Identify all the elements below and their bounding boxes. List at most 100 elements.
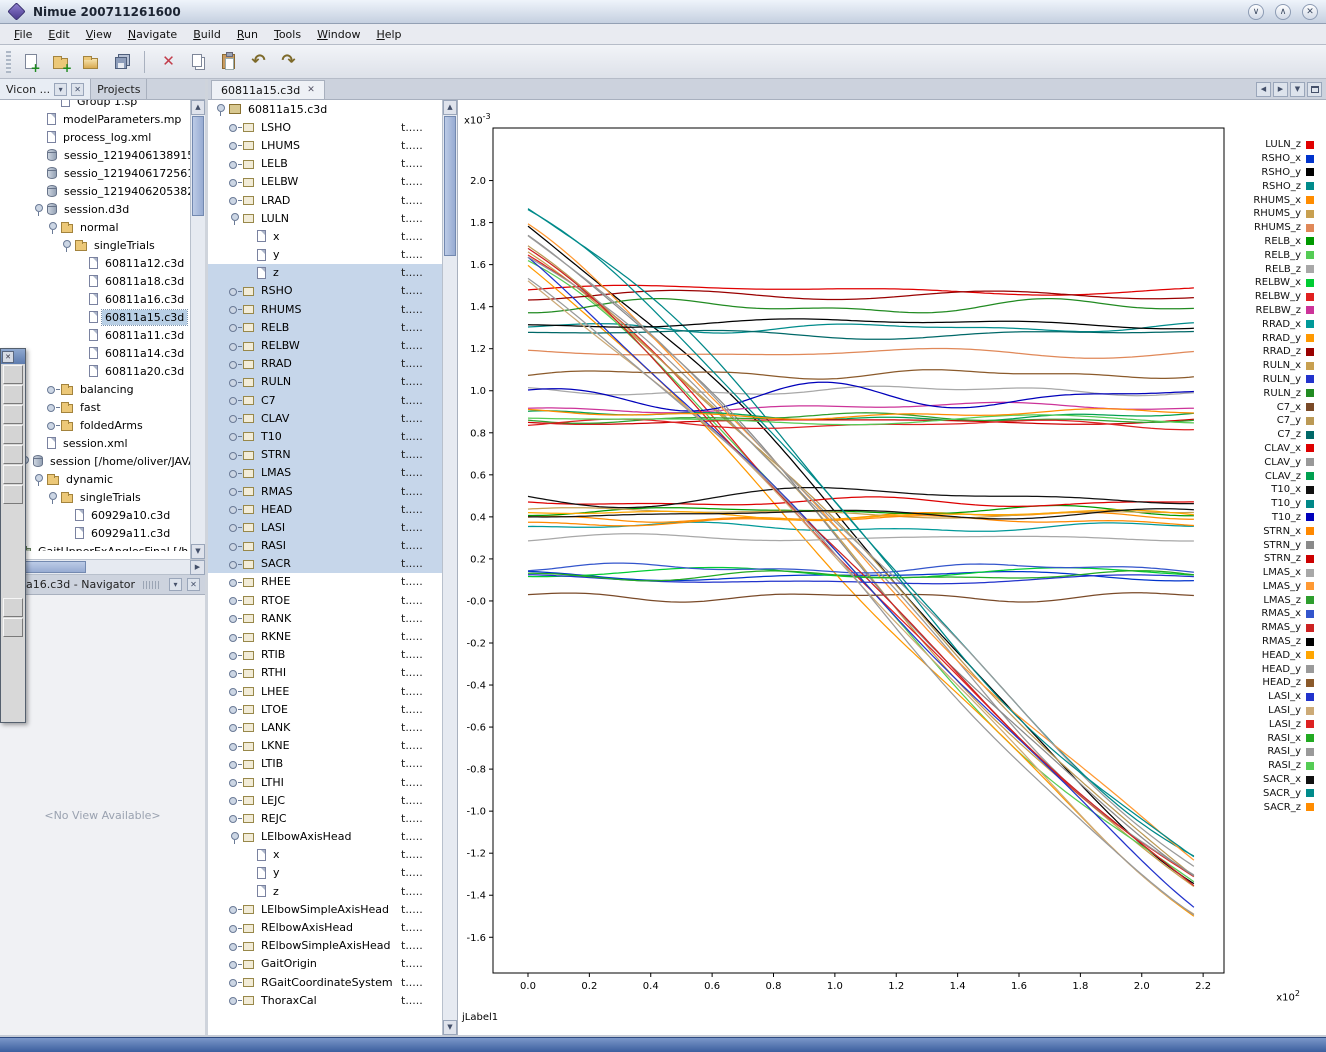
expand-toggle-icon[interactable]	[228, 940, 242, 952]
expand-toggle-icon[interactable]	[228, 649, 242, 661]
undo-button[interactable]: ↶	[245, 48, 272, 75]
tree-row[interactable]: fast	[0, 398, 190, 416]
channel-row[interactable]: RSHOt.....	[208, 282, 442, 300]
channel-row[interactable]: zt.....	[208, 882, 442, 900]
channel-row[interactable]: STRNt.....	[208, 446, 442, 464]
new-file-button[interactable]	[17, 48, 44, 75]
floating-palette[interactable]: ✕	[0, 348, 26, 723]
tree-row[interactable]: sessio_1219406138915	[0, 146, 190, 164]
expand-toggle-icon[interactable]	[228, 412, 242, 424]
channel-row[interactable]: LKNEt.....	[208, 737, 442, 755]
channel-row[interactable]: RRADt.....	[208, 355, 442, 373]
tree-row[interactable]: singleTrials	[0, 488, 190, 506]
editor-tab[interactable]: 60811a15.c3d ✕	[211, 80, 325, 99]
channel-row[interactable]: T10t.....	[208, 427, 442, 445]
tree-row[interactable]: balancing	[0, 380, 190, 398]
explorer-horizontal-scrollbar[interactable]: ◀ ▶	[0, 560, 205, 575]
expand-toggle-icon[interactable]	[228, 285, 242, 297]
expand-toggle-icon[interactable]	[228, 521, 242, 533]
menu-view[interactable]: View	[78, 26, 120, 43]
scrollbar-track[interactable]	[443, 115, 457, 1020]
channel-row[interactable]: LTHIt.....	[208, 773, 442, 791]
explorer-vertical-scrollbar[interactable]: ▲ ▼	[190, 100, 205, 559]
tree-row[interactable]: 60811a14.c3d	[0, 344, 190, 362]
channel-row[interactable]: RMASt.....	[208, 482, 442, 500]
close-tab-icon[interactable]: ✕	[307, 85, 315, 95]
channel-row[interactable]: CLAVt.....	[208, 409, 442, 427]
maximize-editor-button[interactable]	[1307, 82, 1322, 97]
channel-row[interactable]: LULNt.....	[208, 209, 442, 227]
palette-button[interactable]	[3, 618, 23, 637]
tab-list-button[interactable]: ▼	[1290, 82, 1305, 97]
channel-row[interactable]: LRADt.....	[208, 191, 442, 209]
channel-row[interactable]: yt.....	[208, 864, 442, 882]
close-navigator-icon[interactable]: ✕	[187, 578, 200, 591]
tree-row[interactable]: sessio_1219406205382	[0, 182, 190, 200]
channel-row[interactable]: SACRt.....	[208, 555, 442, 573]
channel-row[interactable]: RHEEt.....	[208, 573, 442, 591]
channel-row[interactable]: LElbowSimpleAxisHeadt.....	[208, 900, 442, 918]
tree-row[interactable]: foldedArms	[0, 416, 190, 434]
expand-toggle-icon[interactable]	[228, 485, 242, 497]
expand-toggle-icon[interactable]	[228, 776, 242, 788]
expand-toggle-icon[interactable]	[228, 340, 242, 352]
save-all-button[interactable]	[107, 48, 134, 75]
dock-icon[interactable]: ▾	[169, 578, 182, 591]
expand-toggle-icon[interactable]	[228, 721, 242, 733]
expand-toggle-icon[interactable]	[228, 503, 242, 515]
expand-toggle-icon[interactable]	[228, 449, 242, 461]
copy-button[interactable]	[185, 48, 212, 75]
scroll-down-button[interactable]: ▼	[443, 1020, 457, 1035]
expand-toggle-icon[interactable]	[228, 558, 242, 570]
close-button[interactable]: ✕	[1302, 4, 1318, 20]
scroll-tabs-left-button[interactable]: ◀	[1256, 82, 1271, 97]
expand-toggle-icon[interactable]	[228, 540, 242, 552]
channel-row[interactable]: zt.....	[208, 264, 442, 282]
expand-toggle-icon[interactable]	[228, 194, 242, 206]
channel-row[interactable]: RGaitCoordinateSystemt.....	[208, 973, 442, 991]
collapse-toggle-icon[interactable]	[32, 203, 46, 215]
tree-row[interactable]: Group 1.sp	[0, 100, 190, 110]
channel-row[interactable]: RElbowAxisHeadt.....	[208, 918, 442, 936]
expand-toggle-icon[interactable]	[228, 612, 242, 624]
expand-toggle-icon[interactable]	[228, 467, 242, 479]
channel-row[interactable]: xt.....	[208, 227, 442, 245]
channel-row[interactable]: LMASt.....	[208, 464, 442, 482]
channel-row[interactable]: LElbowAxisHeadt.....	[208, 828, 442, 846]
channel-row[interactable]: LASIt.....	[208, 518, 442, 536]
palette-button[interactable]	[3, 365, 23, 384]
tree-row[interactable]: singleTrials	[0, 236, 190, 254]
expand-toggle-icon[interactable]	[228, 303, 242, 315]
channel-row[interactable]: LHEEt.....	[208, 682, 442, 700]
menu-navigate[interactable]: Navigate	[120, 26, 185, 43]
scrollbar-track[interactable]	[191, 115, 205, 544]
expand-toggle-icon[interactable]	[228, 139, 242, 151]
paste-button[interactable]	[215, 48, 242, 75]
channel-row[interactable]: RKNEt.....	[208, 627, 442, 645]
scrollbar-thumb[interactable]	[444, 116, 456, 256]
expand-toggle-icon[interactable]	[228, 158, 242, 170]
collapse-toggle-icon[interactable]	[32, 473, 46, 485]
tree-row[interactable]: GaitUpperExAnglesFinal [/h	[0, 542, 190, 551]
channel-row[interactable]: RANKt.....	[208, 609, 442, 627]
collapse-toggle-icon[interactable]	[46, 491, 60, 503]
channel-row[interactable]: LHUMSt.....	[208, 136, 442, 154]
tab-projects[interactable]: Projects	[91, 79, 147, 99]
tree-row[interactable]: session [/home/oliver/JAVA	[0, 452, 190, 470]
expand-toggle-icon[interactable]	[228, 121, 242, 133]
close-palette-icon[interactable]: ✕	[2, 351, 14, 363]
drag-grip[interactable]	[143, 581, 161, 589]
palette-button[interactable]	[3, 598, 23, 617]
navigator-header[interactable]: 811a16.c3d - Navigator ▾ ✕	[0, 575, 205, 595]
tree-row[interactable]: session.d3d	[0, 200, 190, 218]
menu-window[interactable]: Window	[309, 26, 368, 43]
tree-row[interactable]: 60929a11.c3d	[0, 524, 190, 542]
palette-button[interactable]	[3, 385, 23, 404]
channel-row[interactable]: RTOEt.....	[208, 591, 442, 609]
collapse-toggle-icon[interactable]	[228, 212, 242, 224]
tab-vicon[interactable]: Vicon ... ▾ ✕	[0, 79, 91, 99]
expand-toggle-icon[interactable]	[228, 703, 242, 715]
scrollbar-track[interactable]	[15, 560, 190, 574]
channel-row[interactable]: RELBt.....	[208, 318, 442, 336]
tree-row[interactable]: sessio_1219406172561	[0, 164, 190, 182]
